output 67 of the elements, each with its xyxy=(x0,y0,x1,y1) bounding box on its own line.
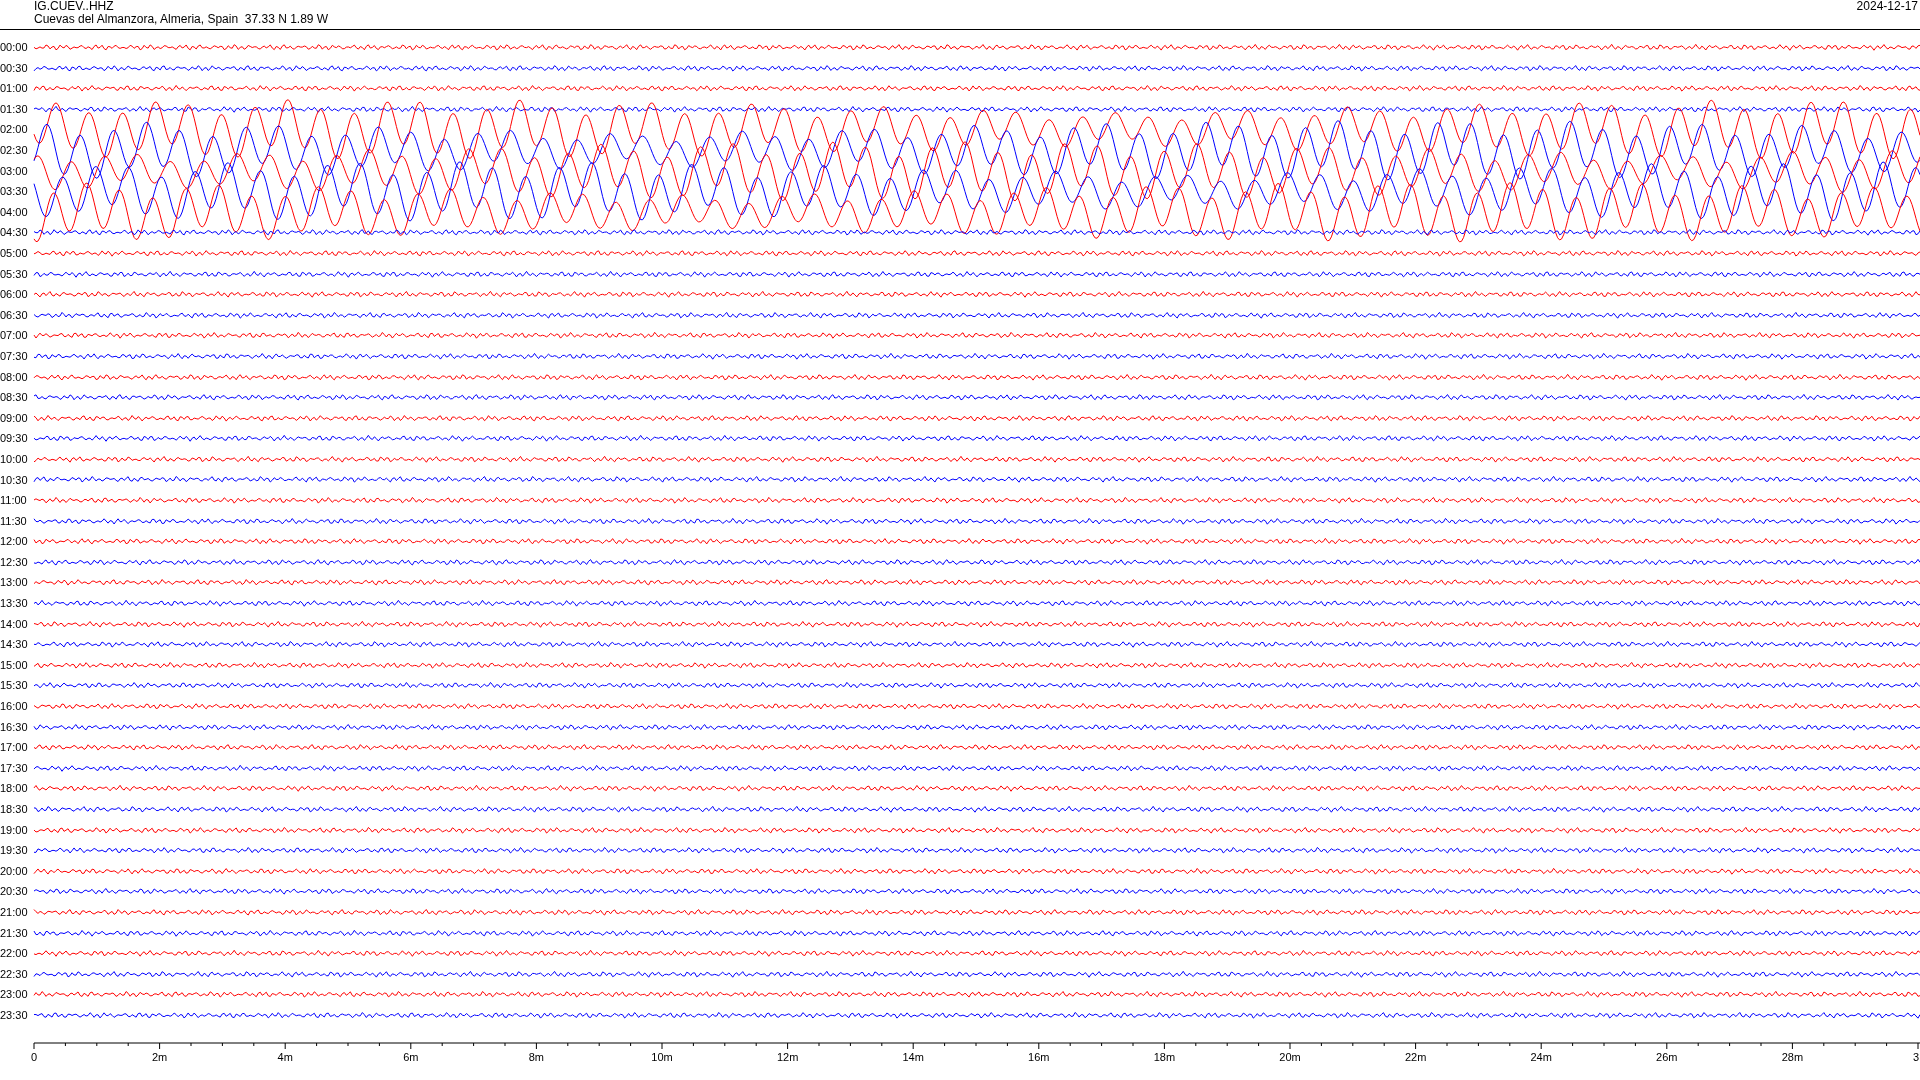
date-label: 2024-12-17 xyxy=(1856,0,1918,13)
axis-tick-label: 14m xyxy=(902,1050,924,1063)
time-label: 05:30 xyxy=(0,266,29,282)
time-label: 21:00 xyxy=(0,905,29,920)
time-label: 18:00 xyxy=(0,781,29,797)
time-label: 09:30 xyxy=(0,431,29,447)
station-location: Cuevas del Almanzora, Almeria, Spain 37.33 N 1.89 W xyxy=(34,13,329,26)
axis-tick-label: 8m xyxy=(528,1050,545,1063)
time-label: 23:30 xyxy=(0,1007,29,1023)
time-label: 10:30 xyxy=(0,472,29,488)
time-label: 16:30 xyxy=(0,719,29,735)
time-label: 13:00 xyxy=(0,575,29,591)
time-label: 23:00 xyxy=(0,987,29,1003)
time-label: 12:00 xyxy=(0,534,29,550)
time-label: 21:30 xyxy=(0,925,29,941)
time-label: 00:30 xyxy=(0,60,29,76)
time-label: 12:30 xyxy=(0,554,29,570)
time-label: 10:00 xyxy=(0,451,29,467)
time-label: 08:00 xyxy=(0,369,29,385)
time-label: 02:00 xyxy=(0,122,29,138)
time-label: 06:00 xyxy=(0,287,29,303)
time-label: 00:00 xyxy=(0,40,29,56)
time-label: 01:00 xyxy=(0,81,29,97)
time-label: 07:30 xyxy=(0,348,29,364)
time-label: 07:00 xyxy=(0,328,29,344)
time-label: 16:00 xyxy=(0,699,29,715)
axis-tick-label: 26m xyxy=(1656,1050,1678,1063)
time-label: 05:00 xyxy=(0,246,29,261)
time-label: 19:00 xyxy=(0,822,29,838)
axis-tick-label: 18m xyxy=(1153,1050,1176,1063)
time-label: 03:30 xyxy=(0,184,29,200)
time-label: 03:00 xyxy=(0,163,29,179)
time-label: 11:00 xyxy=(0,493,28,509)
time-label: 17:00 xyxy=(0,740,29,756)
time-label: 15:00 xyxy=(0,657,29,673)
axis-tick-label: 3 xyxy=(1912,1050,1919,1063)
time-label: 01:30 xyxy=(0,101,29,117)
time-label: 20:30 xyxy=(0,884,29,900)
time-label: 09:00 xyxy=(0,410,29,426)
time-label: 08:30 xyxy=(0,390,29,406)
time-label: 20:00 xyxy=(0,863,29,879)
time-label: 11:30 xyxy=(0,513,28,529)
axis-tick-label: 16m xyxy=(1028,1050,1050,1063)
axis-tick-label: 4m xyxy=(277,1050,293,1063)
time-label: 06:30 xyxy=(0,307,29,323)
time-label: 17:30 xyxy=(0,760,29,776)
time-label: 14:00 xyxy=(0,616,29,632)
axis-tick-label: 24m xyxy=(1530,1050,1552,1063)
axis-tick-label: 28m xyxy=(1781,1050,1804,1063)
time-label: 18:30 xyxy=(0,802,29,817)
time-label: 14:30 xyxy=(0,637,29,653)
time-label: 13:30 xyxy=(0,596,29,612)
axis-tick-label: 2m xyxy=(151,1050,168,1063)
axis-tick-label: 22m xyxy=(1404,1050,1427,1063)
time-label: 02:30 xyxy=(0,143,29,158)
time-label: 22:30 xyxy=(0,966,29,982)
time-label: 19:30 xyxy=(0,843,29,859)
axis-tick-label: 6m xyxy=(403,1050,419,1063)
time-label: 22:00 xyxy=(0,946,29,962)
time-label: 04:30 xyxy=(0,225,29,241)
axis-tick-label: 12m xyxy=(776,1050,799,1063)
axis-tick-label: 0 xyxy=(30,1050,38,1063)
axis-tick-label: 20m xyxy=(1279,1050,1301,1063)
axis-tick-label: 10m xyxy=(651,1050,673,1063)
time-label: 15:30 xyxy=(0,678,29,694)
time-label: 04:00 xyxy=(0,204,29,220)
station-code: IG.CUEV..HHZ xyxy=(34,0,115,13)
